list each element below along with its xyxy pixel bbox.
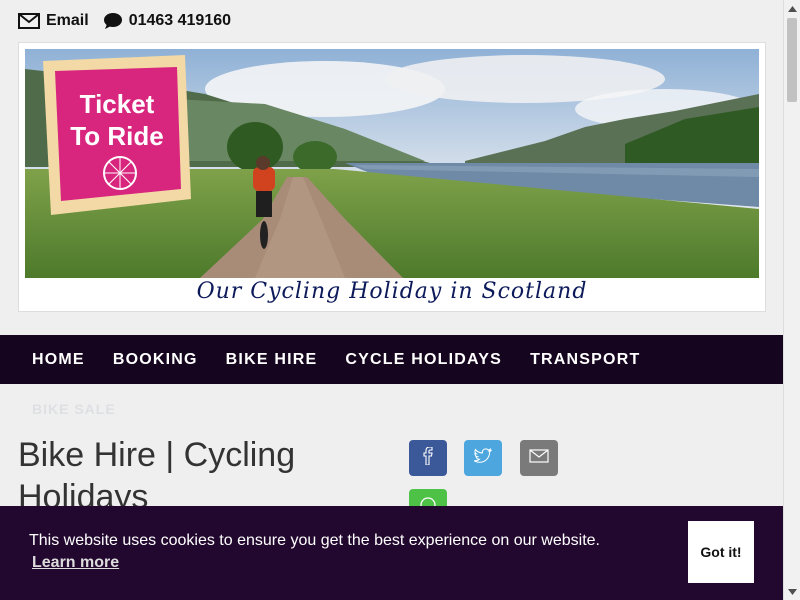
- hero-photo: Ticket To Ride: [25, 49, 759, 278]
- phone-link[interactable]: 01463 419160: [103, 12, 231, 30]
- nav-bike-hire[interactable]: BIKE HIRE: [212, 351, 332, 369]
- learn-more-link[interactable]: Learn more: [32, 554, 119, 572]
- email-link[interactable]: Email: [18, 12, 89, 30]
- main-nav: HOME BOOKING BIKE HIRE CYCLE HOLIDAYS TR…: [0, 335, 783, 384]
- scrollbar-thumb[interactable]: [787, 18, 797, 102]
- hero-caption: Our Cycling Holiday in Scotland: [196, 279, 588, 304]
- facebook-share-button[interactable]: [409, 440, 447, 476]
- contact-bar: Email 01463 419160: [18, 8, 231, 34]
- email-share-button[interactable]: [520, 440, 558, 476]
- hero-banner: Ticket To Ride Our Cycling Holiday in Sc…: [18, 42, 766, 312]
- cookie-accept-button[interactable]: Got it!: [688, 521, 754, 583]
- twitter-share-button[interactable]: [464, 440, 502, 476]
- speech-bubble-icon: [103, 12, 123, 30]
- email-icon: [529, 448, 549, 468]
- vertical-scrollbar[interactable]: [783, 0, 800, 600]
- cookie-message: This website uses cookies to ensure you …: [29, 532, 600, 549]
- svg-text:Ticket: Ticket: [80, 89, 155, 119]
- scroll-up-arrow-icon[interactable]: [784, 0, 800, 17]
- ticket-to-ride-logo: Ticket To Ride: [43, 55, 191, 215]
- facebook-icon: [420, 445, 436, 470]
- svg-text:To Ride: To Ride: [70, 121, 163, 151]
- nav-booking[interactable]: BOOKING: [99, 351, 212, 369]
- cookie-banner: This website uses cookies to ensure you …: [0, 506, 783, 600]
- phone-number: 01463 419160: [128, 12, 232, 29]
- nav-transport[interactable]: TRANSPORT: [516, 351, 654, 369]
- nav-home[interactable]: HOME: [18, 351, 99, 369]
- scroll-down-arrow-icon[interactable]: [784, 583, 800, 600]
- nav-cycle-holidays[interactable]: CYCLE HOLIDAYS: [331, 351, 516, 369]
- email-label: Email: [46, 12, 89, 29]
- nav-bike-sale[interactable]: BIKE SALE: [32, 401, 116, 417]
- envelope-icon: [18, 13, 40, 29]
- twitter-icon: [473, 447, 493, 469]
